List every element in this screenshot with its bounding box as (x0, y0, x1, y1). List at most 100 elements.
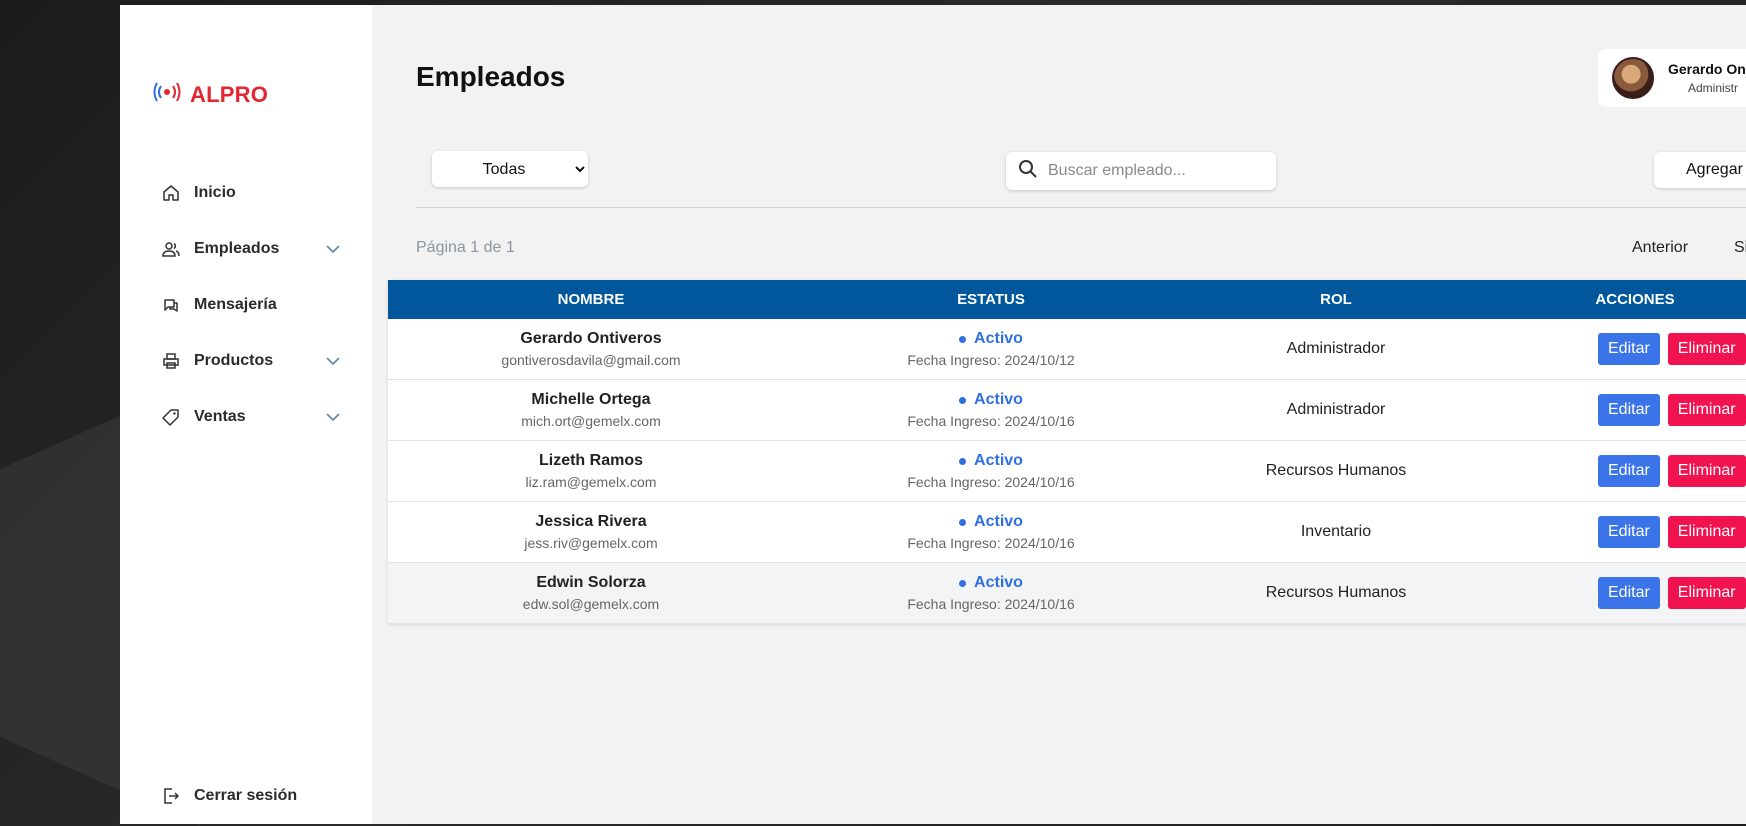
employee-email: jess.riv@gemelx.com (524, 535, 658, 551)
employee-email: edw.sol@gemelx.com (522, 596, 660, 612)
sidebar-item-productos[interactable]: Productos (120, 333, 372, 389)
employee-name: Gerardo Ontiveros (520, 330, 662, 347)
delete-button[interactable]: Eliminar (1667, 394, 1746, 426)
chat-icon (162, 296, 180, 314)
status-badge: Activo (794, 452, 1188, 470)
tag-icon (162, 408, 180, 426)
delete-button[interactable]: Eliminar (1667, 516, 1746, 548)
chevron-down-icon[interactable] (324, 408, 342, 426)
employee-name: Michelle Ortega (531, 391, 651, 408)
hire-date: Fecha Ingreso: 2024/10/16 (907, 474, 1075, 490)
row-actions: Editar Eliminar (1484, 577, 1746, 609)
avatar (1612, 57, 1654, 99)
sidebar-item-label: Inicio (194, 184, 236, 201)
table-row: Gerardo Ontiveros gontiverosdavila@gmail.… (388, 319, 1746, 380)
status-text: Activo (974, 574, 1023, 591)
status-badge: Activo (794, 513, 1188, 531)
status-badge: Activo (794, 330, 1188, 348)
employee-email: gontiverosdavila@gmail.com (501, 352, 681, 368)
hire-date: Fecha Ingreso: 2024/10/16 (907, 413, 1075, 429)
logout-icon (162, 787, 180, 805)
next-page-button[interactable]: Si (1734, 239, 1746, 257)
status-dot-icon (959, 396, 967, 404)
search-icon (1018, 159, 1038, 184)
employee-role: Recursos Humanos (1265, 462, 1407, 479)
table-header-row: NOMBRE ESTATUS ROL ACCIONES (388, 280, 1746, 319)
status-text: Activo (974, 452, 1023, 469)
employee-role: Administrador (1286, 340, 1386, 357)
sidebar-nav: Inicio Empleados Mensajería Productos Ve… (120, 165, 372, 445)
employee-role: Recursos Humanos (1265, 584, 1407, 601)
user-name: Gerardo On (1668, 61, 1746, 77)
user-role: Administr (1688, 81, 1739, 95)
pagination-info: Página 1 de 1 (416, 239, 515, 256)
table-row: Edwin Solorza edw.sol@gemelx.com Activo Fe… (388, 562, 1746, 624)
column-header-estatus: ESTATUS (794, 280, 1188, 319)
employee-email: mich.ort@gemelx.com (521, 413, 661, 429)
row-actions: Editar Eliminar (1484, 516, 1746, 548)
main-content: Empleados Gerardo On Administr Todas Agr… (372, 5, 1746, 824)
chevron-down-icon[interactable] (324, 240, 342, 258)
logout-button[interactable]: Cerrar sesión (162, 787, 297, 805)
status-text: Activo (974, 513, 1023, 530)
status-dot-icon (959, 457, 967, 465)
sidebar: ALPRO Inicio Empleados Mensajería Produc… (120, 5, 372, 824)
column-header-rol: ROL (1188, 280, 1484, 319)
logo: ALPRO (152, 81, 268, 108)
delete-button[interactable]: Eliminar (1667, 333, 1746, 365)
employee-role: Inventario (1300, 523, 1372, 540)
employees-table: NOMBRE ESTATUS ROL ACCIONES Gerardo Onti… (388, 280, 1746, 624)
sidebar-item-label: Ventas (194, 408, 246, 425)
previous-page-button[interactable]: Anterior (1632, 239, 1688, 257)
status-dot-icon (959, 335, 967, 343)
edit-button[interactable]: Editar (1598, 394, 1660, 426)
sidebar-item-inicio[interactable]: Inicio (120, 165, 372, 221)
search-input[interactable] (1046, 161, 1270, 181)
status-text: Activo (974, 330, 1023, 347)
page-title: Empleados (416, 61, 566, 92)
sidebar-item-ventas[interactable]: Ventas (120, 389, 372, 445)
printer-icon (162, 352, 180, 370)
row-actions: Editar Eliminar (1484, 394, 1746, 426)
employee-name: Lizeth Ramos (538, 452, 643, 469)
logout-label: Cerrar sesión (194, 787, 298, 804)
status-dot-icon (959, 518, 967, 526)
users-icon (162, 240, 180, 258)
chevron-down-icon[interactable] (324, 352, 342, 370)
status-dot-icon (959, 579, 967, 587)
hire-date: Fecha Ingreso: 2024/10/12 (907, 352, 1075, 368)
status-badge: Activo (794, 574, 1188, 592)
edit-button[interactable]: Editar (1598, 516, 1660, 548)
user-card[interactable]: Gerardo On Administr (1598, 49, 1746, 107)
search-box[interactable] (1006, 152, 1276, 190)
app-window: ALPRO Inicio Empleados Mensajería Produc… (120, 5, 1746, 824)
edit-button[interactable]: Editar (1598, 333, 1660, 365)
edit-button[interactable]: Editar (1598, 577, 1660, 609)
hire-date: Fecha Ingreso: 2024/10/16 (907, 535, 1075, 551)
employee-name: Jessica Rivera (535, 513, 647, 530)
divider (416, 207, 1746, 208)
employee-name: Edwin Solorza (536, 574, 646, 591)
row-actions: Editar Eliminar (1484, 455, 1746, 487)
filter-select[interactable]: Todas (432, 151, 588, 187)
brand-name: ALPRO (190, 81, 268, 107)
delete-button[interactable]: Eliminar (1667, 577, 1746, 609)
employee-email: liz.ram@gemelx.com (525, 474, 657, 490)
table-row: Lizeth Ramos liz.ram@gemelx.com Activo Fec… (388, 440, 1746, 502)
sidebar-item-empleados[interactable]: Empleados (120, 221, 372, 277)
sidebar-item-label: Productos (194, 352, 274, 369)
column-header-nombre: NOMBRE (388, 280, 794, 319)
table-row: Michelle Ortega mich.ort@gemelx.com Activ… (388, 379, 1746, 441)
user-info: Gerardo On Administr (1668, 61, 1746, 95)
edit-button[interactable]: Editar (1598, 455, 1660, 487)
sidebar-item-label: Empleados (194, 240, 280, 257)
add-employee-button[interactable]: Agregar (1654, 152, 1746, 188)
sidebar-item-mensajeria[interactable]: Mensajería (120, 277, 372, 333)
delete-button[interactable]: Eliminar (1667, 455, 1746, 487)
sidebar-item-label: Mensajería (194, 296, 277, 313)
hire-date: Fecha Ingreso: 2024/10/16 (907, 596, 1075, 612)
column-header-acciones-label: ACCIONES (1595, 291, 1675, 308)
status-text: Activo (974, 391, 1023, 408)
column-header-acciones: ACCIONES (1484, 280, 1746, 319)
employee-role: Administrador (1286, 401, 1386, 418)
